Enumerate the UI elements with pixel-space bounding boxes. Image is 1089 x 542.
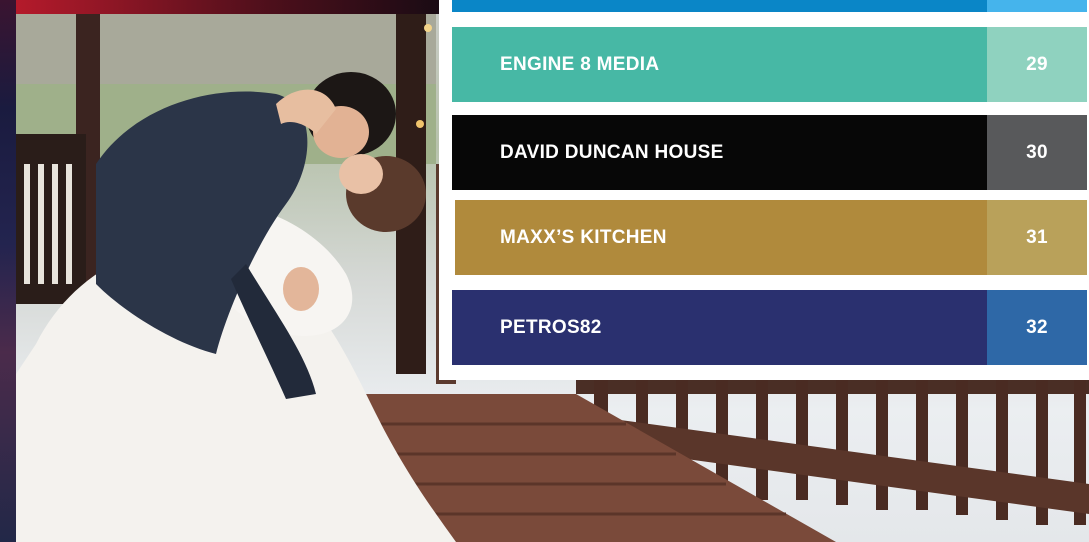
- directory-entry-name: DAVID DUNCAN HOUSE: [452, 115, 987, 190]
- top-image-edge: [16, 0, 439, 14]
- directory-entry-name: PETROS82: [452, 290, 987, 365]
- directory-row[interactable]: ENGINE 8 MEDIA 29: [452, 27, 1087, 102]
- partial-row-bar: [452, 0, 987, 12]
- directory-page-number: 32: [987, 290, 1087, 365]
- directory-row[interactable]: PETROS82 32: [452, 290, 1087, 365]
- directory-entry-name: MAXX’S KITCHEN: [455, 200, 987, 275]
- directory-page-number: 29: [987, 27, 1087, 102]
- directory-row[interactable]: MAXX’S KITCHEN 31: [455, 200, 1087, 275]
- directory-page-number: 30: [987, 115, 1087, 190]
- directory-page-number: 31: [987, 200, 1087, 275]
- directory-row[interactable]: DAVID DUNCAN HOUSE 30: [452, 115, 1087, 190]
- directory-entry-name: ENGINE 8 MEDIA: [452, 27, 987, 102]
- directory-panel: ENGINE 8 MEDIA 29 DAVID DUNCAN HOUSE 30 …: [439, 0, 1089, 380]
- left-page-edge: [0, 0, 16, 542]
- directory-row-partial: [452, 0, 1087, 12]
- partial-row-page-cell: [987, 0, 1087, 12]
